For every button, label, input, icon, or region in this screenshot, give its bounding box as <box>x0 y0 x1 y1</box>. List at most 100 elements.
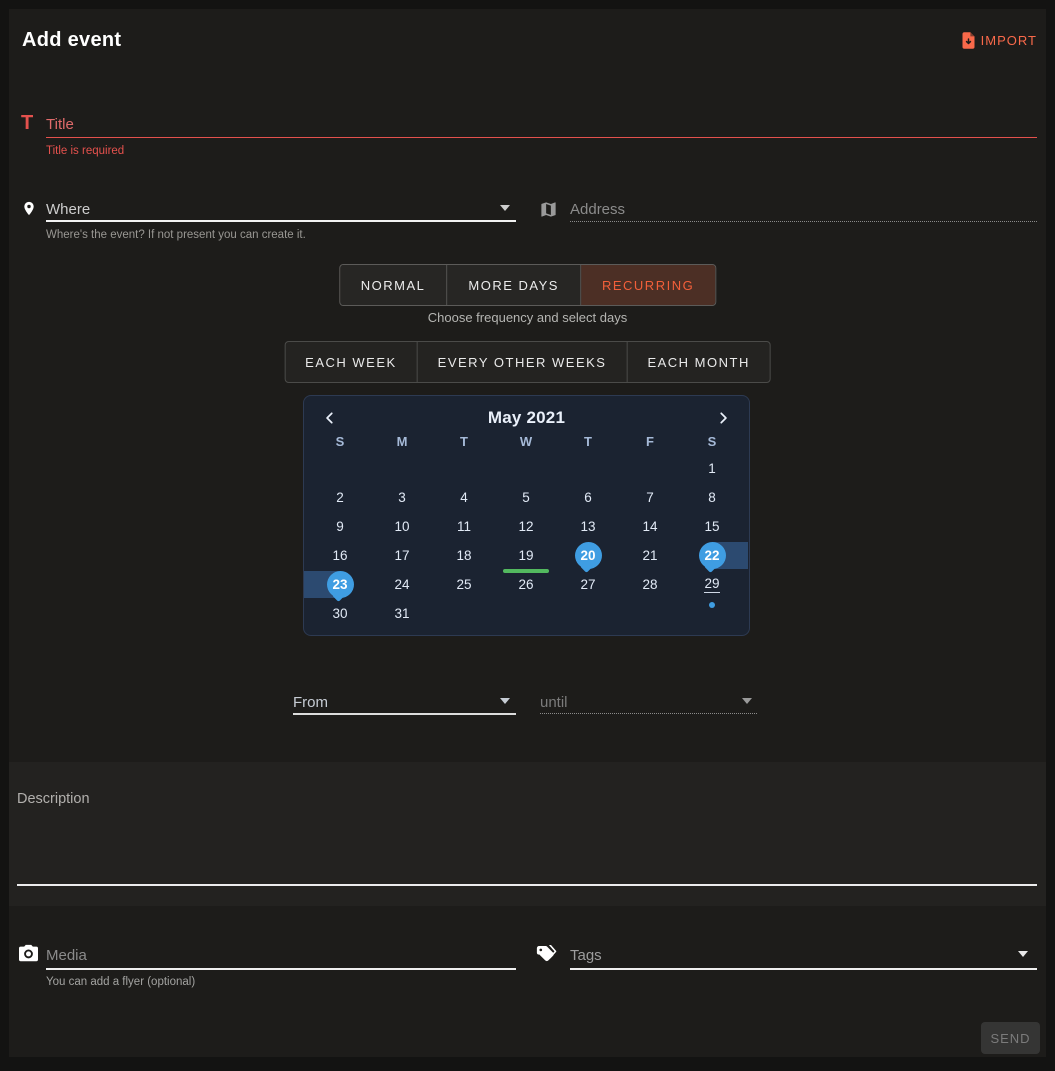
frequency-helper-text: Choose frequency and select days <box>0 310 1055 325</box>
calendar-day[interactable]: 26 <box>495 570 557 599</box>
calendar-day[interactable]: 3 <box>371 483 433 512</box>
where-select[interactable]: Where <box>46 201 90 218</box>
calendar-day-empty <box>557 454 619 483</box>
calendar-next-month-button[interactable] <box>714 409 732 427</box>
calendar-day-header: T <box>433 434 495 454</box>
event-type-tabs: NORMAL MORE DAYS RECURRING <box>339 264 716 306</box>
address-underline <box>570 213 1037 222</box>
calendar-day[interactable]: 1 <box>681 454 743 483</box>
tags-select[interactable]: Tags <box>570 947 602 964</box>
media-input[interactable]: Media <box>46 947 87 964</box>
frequency-options: EACH WEEK EVERY OTHER WEEKS EACH MONTH <box>284 341 771 383</box>
import-button-label: IMPORT <box>981 33 1037 48</box>
frequency-each-month-button[interactable]: EACH MONTH <box>627 342 769 382</box>
tags-icon <box>536 945 559 968</box>
send-button[interactable]: SEND <box>981 1022 1040 1054</box>
calendar-month-label: May 2021 <box>339 408 714 428</box>
frequency-every-other-weeks-button[interactable]: EVERY OTHER WEEKS <box>418 342 628 382</box>
media-helper-text: You can add a flyer (optional) <box>46 976 195 988</box>
calendar-day[interactable]: 14 <box>619 512 681 541</box>
calendar-day[interactable]: 30 <box>309 599 371 628</box>
frequency-each-week-button[interactable]: EACH WEEK <box>285 342 418 382</box>
calendar-day[interactable]: 19 <box>495 541 557 570</box>
description-underline <box>17 884 1037 886</box>
selected-day-marker: 22 <box>699 542 726 569</box>
calendar-day[interactable]: 29 <box>681 570 743 599</box>
selected-day-marker: 20 <box>575 542 602 569</box>
tags-dropdown-caret-icon[interactable] <box>1018 951 1028 957</box>
description-placeholder: Description <box>17 791 90 807</box>
calendar-day-empty <box>371 454 433 483</box>
media-underline <box>46 968 516 970</box>
calendar-day[interactable]: 2 <box>309 483 371 512</box>
calendar-day[interactable]: 23 <box>309 570 371 599</box>
calendar-day[interactable]: 10 <box>371 512 433 541</box>
add-event-dialog: Add event IMPORT T Title Title is requir… <box>0 0 1055 1071</box>
tab-more-days[interactable]: MORE DAYS <box>447 265 581 305</box>
from-time-select[interactable]: From <box>293 694 328 711</box>
calendar-day[interactable]: 21 <box>619 541 681 570</box>
underlined-day: 29 <box>704 576 719 593</box>
calendar-day-empty <box>495 454 557 483</box>
calendar-day[interactable]: 7 <box>619 483 681 512</box>
title-input[interactable]: Title <box>46 116 74 133</box>
calendar-day[interactable]: 20 <box>557 541 619 570</box>
calendar-day[interactable]: 11 <box>433 512 495 541</box>
calendar-day[interactable]: 24 <box>371 570 433 599</box>
calendar-day-empty <box>495 599 557 628</box>
calendar-day[interactable]: 13 <box>557 512 619 541</box>
calendar-day-header: S <box>681 434 743 454</box>
import-button[interactable]: IMPORT <box>961 31 1037 50</box>
calendar-day[interactable]: 8 <box>681 483 743 512</box>
file-import-icon <box>961 31 976 50</box>
calendar-day[interactable]: 4 <box>433 483 495 512</box>
title-underline <box>46 137 1037 138</box>
location-pin-icon <box>21 198 37 224</box>
calendar-day-header: F <box>619 434 681 454</box>
calendar-day-empty <box>619 454 681 483</box>
calendar-day[interactable]: 18 <box>433 541 495 570</box>
tab-normal[interactable]: NORMAL <box>340 265 448 305</box>
calendar-day-empty <box>309 454 371 483</box>
calendar-header: May 2021 <box>304 396 749 428</box>
calendar-day-header: T <box>557 434 619 454</box>
from-dropdown-caret-icon[interactable] <box>500 698 510 704</box>
calendar-day-empty <box>433 599 495 628</box>
calendar-day[interactable]: 27 <box>557 570 619 599</box>
page-title: Add event <box>22 29 121 52</box>
calendar-day-empty <box>557 599 619 628</box>
from-underline <box>293 713 516 715</box>
chevron-left-icon <box>323 411 337 425</box>
calendar-day-empty <box>619 599 681 628</box>
calendar-day[interactable]: 15 <box>681 512 743 541</box>
tab-recurring[interactable]: RECURRING <box>581 265 715 305</box>
tags-underline <box>570 968 1037 970</box>
calendar-day[interactable]: 31 <box>371 599 433 628</box>
where-underline <box>46 220 516 222</box>
calendar-day-header: M <box>371 434 433 454</box>
calendar: May 2021 SMTWTFS 12345678910111213141516… <box>303 395 750 636</box>
calendar-day[interactable]: 6 <box>557 483 619 512</box>
calendar-day-header: W <box>495 434 557 454</box>
calendar-day[interactable]: 5 <box>495 483 557 512</box>
calendar-day[interactable]: 22 <box>681 541 743 570</box>
selected-day-marker: 23 <box>327 571 354 598</box>
calendar-day-empty <box>681 599 743 628</box>
calendar-day[interactable]: 25 <box>433 570 495 599</box>
until-dropdown-caret-icon[interactable] <box>742 698 752 704</box>
map-icon <box>539 200 558 224</box>
calendar-day[interactable]: 17 <box>371 541 433 570</box>
title-icon: T <box>21 112 33 135</box>
calendar-day[interactable]: 9 <box>309 512 371 541</box>
calendar-day-header: S <box>309 434 371 454</box>
calendar-grid: 1234567891011121314151617181920212223242… <box>304 454 749 628</box>
where-helper-text: Where's the event? If not present you ca… <box>46 229 306 241</box>
where-dropdown-caret-icon[interactable] <box>500 205 510 211</box>
until-underline <box>540 705 757 714</box>
calendar-day-empty <box>433 454 495 483</box>
calendar-day[interactable]: 12 <box>495 512 557 541</box>
calendar-prev-month-button[interactable] <box>321 409 339 427</box>
calendar-day[interactable]: 28 <box>619 570 681 599</box>
calendar-day-headers: SMTWTFS <box>304 434 749 454</box>
calendar-day[interactable]: 16 <box>309 541 371 570</box>
